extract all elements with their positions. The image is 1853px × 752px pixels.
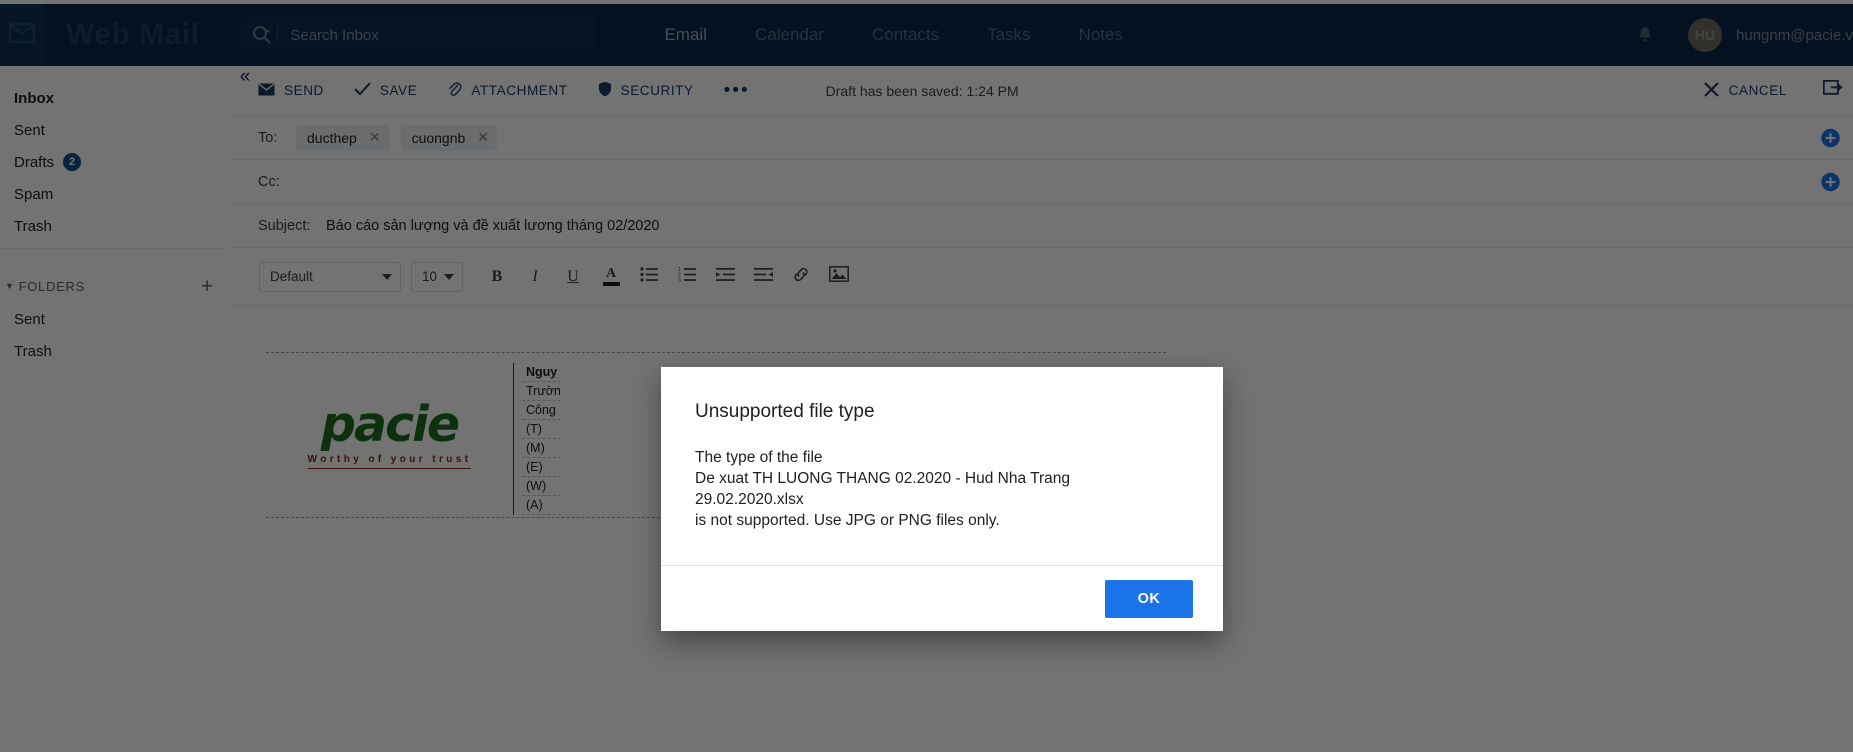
- dialog-line-1: The type of the file: [695, 449, 823, 466]
- unsupported-file-dialog: Unsupported file type The type of the fi…: [661, 367, 1223, 631]
- ok-button[interactable]: OK: [1105, 579, 1193, 618]
- dialog-line-4: is not supported. Use JPG or PNG files o…: [695, 512, 1000, 529]
- dialog-actions: OK: [661, 565, 1223, 631]
- dialog-line-3: 29.02.2020.xlsx: [695, 491, 804, 508]
- dialog-title: Unsupported file type: [695, 401, 875, 422]
- dialog-body: The type of the file De xuat TH LUONG TH…: [661, 423, 1223, 565]
- dialog-line-2: De xuat TH LUONG THANG 02.2020 - Hud Nha…: [695, 470, 1071, 487]
